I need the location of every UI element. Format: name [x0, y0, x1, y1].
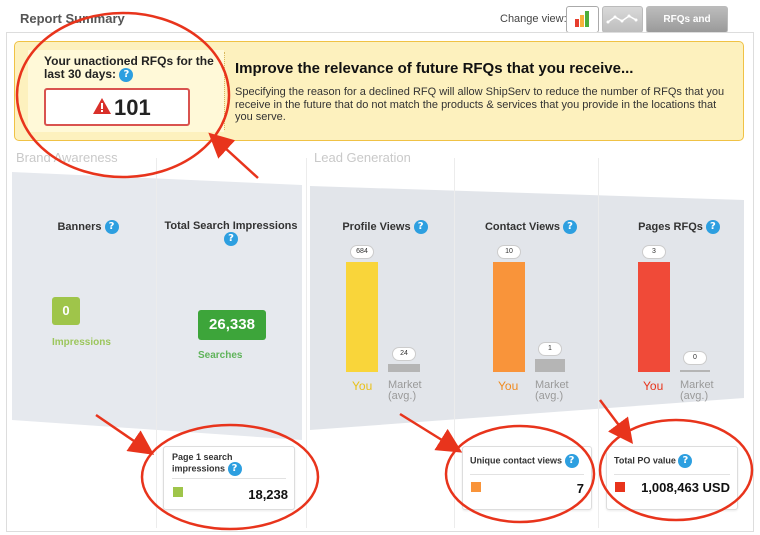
- column-divider: [454, 158, 455, 528]
- contact-views-you-label: You: [498, 379, 519, 393]
- profile-views-you-bar: [346, 262, 378, 372]
- card-divider: [470, 474, 584, 475]
- pages-rfqs-you-value: 3: [642, 245, 666, 259]
- banners-impressions-value: 0: [52, 297, 80, 325]
- help-icon[interactable]: ?: [413, 220, 428, 234]
- unique-contact-card-title: Unique contact views ?: [470, 454, 590, 468]
- lead-generation-title: Lead Generation: [314, 150, 411, 165]
- contact-views-market-bar: [535, 359, 565, 372]
- pages-rfqs-market-label: Market (avg.): [680, 379, 714, 402]
- search-impressions-title: Total Search Impressions ?: [164, 220, 298, 246]
- page1-search-card-value: 18,238: [248, 487, 288, 502]
- pages-rfqs-market-value: 0: [683, 351, 707, 365]
- card-divider: [614, 474, 730, 475]
- help-icon[interactable]: ?: [705, 220, 720, 234]
- total-po-card-title: Total PO value ?: [614, 454, 734, 468]
- banners-title: Banners ?: [40, 220, 136, 234]
- contact-views-you-bar: [493, 262, 525, 372]
- card-divider: [172, 478, 286, 479]
- legend-swatch: [173, 487, 183, 497]
- unique-contact-card-value: 7: [576, 481, 584, 496]
- pages-rfqs-you-label: You: [643, 379, 664, 393]
- page1-search-card-title: Page 1 search impressions ?: [172, 452, 252, 476]
- search-impressions-label: Searches: [198, 350, 243, 361]
- help-icon[interactable]: ?: [564, 454, 579, 468]
- help-icon[interactable]: ?: [224, 232, 238, 246]
- column-divider: [598, 158, 599, 528]
- help-icon[interactable]: ?: [678, 454, 693, 468]
- legend-swatch: [615, 482, 625, 492]
- search-impressions-value: 26,338: [198, 310, 266, 340]
- column-divider: [306, 158, 307, 528]
- legend-swatch: [471, 482, 481, 492]
- contact-views-market-value: 1: [538, 342, 562, 356]
- profile-views-market-value: 24: [392, 347, 416, 361]
- pages-rfqs-market-bar: [680, 370, 710, 372]
- contact-views-title: Contact Views ?: [476, 220, 586, 234]
- column-divider: [156, 158, 157, 528]
- profile-views-title: Profile Views ?: [330, 220, 440, 234]
- profile-views-you-value: 684: [350, 245, 374, 259]
- profile-views-you-label: You: [352, 379, 373, 393]
- brand-awareness-title: Brand Awareness: [16, 150, 118, 165]
- help-icon[interactable]: ?: [227, 462, 242, 476]
- profile-views-market-bar: [388, 364, 420, 372]
- pages-rfqs-title: Pages RFQs ?: [624, 220, 734, 234]
- help-icon[interactable]: ?: [563, 220, 578, 234]
- contact-views-you-value: 10: [497, 245, 521, 259]
- banners-impressions-label: Impressions: [52, 337, 111, 348]
- pages-rfqs-you-bar: [638, 262, 670, 372]
- profile-views-market-label: Market (avg.): [388, 379, 422, 402]
- contact-views-market-label: Market (avg.): [535, 379, 569, 402]
- total-po-card-value: 1,008,463 USD: [641, 480, 730, 495]
- help-icon[interactable]: ?: [104, 220, 119, 234]
